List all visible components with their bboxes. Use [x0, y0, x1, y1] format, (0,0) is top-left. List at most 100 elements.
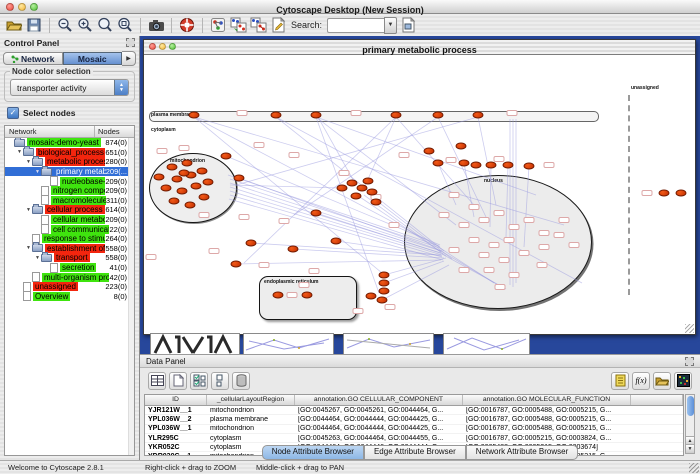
column-header-cellular-component[interactable]: annotation.GO CELLULAR_COMPONENT	[295, 395, 463, 405]
network-view-window[interactable]: primary metabolic process plasma membran…	[143, 39, 696, 335]
attribute-notes-icon[interactable]	[611, 372, 629, 390]
tree-column-nodes[interactable]: Nodes	[94, 126, 134, 137]
tab-network-attribute-browser[interactable]: Network Attribute Browser	[466, 445, 578, 460]
network-node[interactable]	[676, 190, 687, 197]
tree-expander-icon[interactable]: ▼	[25, 245, 32, 251]
network-node[interactable]	[154, 174, 165, 181]
network-node[interactable]	[246, 240, 257, 247]
background-window[interactable]	[443, 333, 530, 356]
minimize-button[interactable]	[18, 3, 26, 11]
network-node[interactable]	[161, 185, 172, 192]
network-node[interactable]	[379, 272, 390, 279]
vizmapper-icon[interactable]	[209, 16, 227, 34]
tab-network[interactable]: Network	[3, 52, 63, 65]
tree-item[interactable]: ▼biological_process651(0)	[5, 148, 134, 158]
network-node[interactable]	[273, 292, 284, 299]
network-node[interactable]	[391, 112, 402, 119]
zoom-selected-icon[interactable]	[96, 16, 114, 34]
tree-item[interactable]: Overview8(0)	[5, 292, 134, 302]
network-node[interactable]	[433, 160, 444, 167]
tab-edge-attribute-browser[interactable]: Edge Attribute Browser	[364, 445, 466, 460]
tree-expander-icon[interactable]: ▼	[16, 149, 23, 155]
app-titlebar[interactable]: Cytoscape Desktop (New Session)	[0, 0, 700, 14]
network-node[interactable]	[177, 188, 188, 195]
import-edge-attributes-icon[interactable]	[249, 16, 267, 34]
node-color-dropdown[interactable]: transporter activity ▲▼	[10, 79, 129, 96]
zoom-out-icon[interactable]	[56, 16, 74, 34]
network-node[interactable]	[503, 162, 514, 169]
network-node[interactable]	[659, 190, 670, 197]
float-panel-icon[interactable]	[126, 38, 135, 47]
network-node[interactable]	[234, 175, 245, 182]
tree-item[interactable]: cellular metabol209(0)	[5, 215, 134, 225]
network-node[interactable]	[524, 163, 535, 170]
tree-item[interactable]: macromolecule311(0)	[5, 196, 134, 206]
tree-expander-icon[interactable]: ▼	[34, 255, 41, 261]
network-node[interactable]	[456, 143, 467, 150]
network-node[interactable]	[185, 202, 196, 209]
tab-overflow-arrow[interactable]: ▶	[122, 51, 136, 66]
tab-mosaic[interactable]: Mosaic	[63, 52, 123, 65]
network-node[interactable]	[172, 176, 183, 183]
network-node[interactable]	[302, 292, 313, 299]
zoom-in-icon[interactable]	[76, 16, 94, 34]
window-resize-grip[interactable]	[689, 463, 699, 473]
save-icon[interactable]	[25, 16, 43, 34]
table-row[interactable]: YPL036W__2plasma membrane[GO:0044464, GO…	[145, 415, 683, 424]
close-button[interactable]	[6, 3, 14, 11]
tree-item[interactable]: nucleobase-209(0)	[5, 176, 134, 186]
network-node[interactable]	[379, 280, 390, 287]
open-file-icon[interactable]	[5, 16, 23, 34]
tree-item[interactable]: nitrogen compo209(0)	[5, 186, 134, 196]
new-attribute-icon[interactable]	[169, 372, 187, 390]
search-dropdown-arrow[interactable]: ▼	[384, 17, 397, 34]
tree-item[interactable]: secretion41(0)	[5, 263, 134, 273]
column-header-region[interactable]: _cellularLayoutRegion	[207, 395, 295, 405]
network-node[interactable]	[221, 153, 232, 160]
delete-attribute-icon[interactable]	[232, 372, 250, 390]
network-node[interactable]	[347, 180, 358, 187]
help-icon[interactable]	[178, 16, 196, 34]
attribute-table-icon[interactable]	[148, 372, 166, 390]
zoom-actual-icon[interactable]	[116, 16, 134, 34]
background-window[interactable]	[243, 333, 334, 356]
float-data-panel-icon[interactable]	[685, 357, 694, 366]
tree-item[interactable]: ▼cellular process614(0)	[5, 205, 134, 215]
view-maximize-button[interactable]	[169, 43, 176, 50]
tree-item[interactable]: multi-organism pro42(0)	[5, 272, 134, 282]
network-node[interactable]	[337, 185, 348, 192]
network-node[interactable]	[311, 210, 322, 217]
tree-item[interactable]: response to stimulu264(0)	[5, 234, 134, 244]
import-attributes-icon[interactable]	[653, 372, 671, 390]
annotation-icon[interactable]	[269, 16, 287, 34]
network-node[interactable]	[459, 160, 470, 167]
tree-item[interactable]: ▼primary metabo209(...	[5, 167, 134, 177]
network-node[interactable]	[367, 189, 378, 196]
import-node-attributes-icon[interactable]	[229, 16, 247, 34]
network-node[interactable]	[433, 112, 444, 119]
advanced-search-icon[interactable]	[399, 16, 417, 34]
attribute-matrix-icon[interactable]	[674, 372, 692, 390]
network-node[interactable]	[189, 112, 200, 119]
background-window[interactable]	[150, 333, 240, 356]
network-node[interactable]	[371, 199, 382, 206]
tree-item[interactable]: cell communicat22(0)	[5, 224, 134, 234]
table-row[interactable]: YJR121W__1mitochondrion[GO:0045267, GO:0…	[145, 406, 683, 415]
network-node[interactable]	[311, 112, 322, 119]
column-header-id[interactable]: ID	[145, 395, 207, 405]
network-canvas[interactable]: plasma membrane cytoplasm mitochondrion …	[144, 55, 695, 334]
tree-expander-icon[interactable]: ▼	[25, 207, 32, 213]
network-node[interactable]	[199, 194, 210, 201]
network-node[interactable]	[191, 183, 202, 190]
select-attributes-icon[interactable]	[190, 372, 208, 390]
network-node[interactable]	[366, 293, 377, 300]
network-node[interactable]	[424, 148, 435, 155]
network-node[interactable]	[331, 238, 342, 245]
tree-column-network[interactable]: Network	[5, 126, 94, 137]
formula-builder-icon[interactable]: f(x)	[632, 372, 650, 390]
network-node[interactable]	[288, 246, 299, 253]
tab-node-attribute-browser[interactable]: Node Attribute Browser	[262, 445, 364, 460]
snapshot-icon[interactable]	[147, 16, 165, 34]
network-node[interactable]	[271, 112, 282, 119]
network-node[interactable]	[379, 288, 390, 295]
